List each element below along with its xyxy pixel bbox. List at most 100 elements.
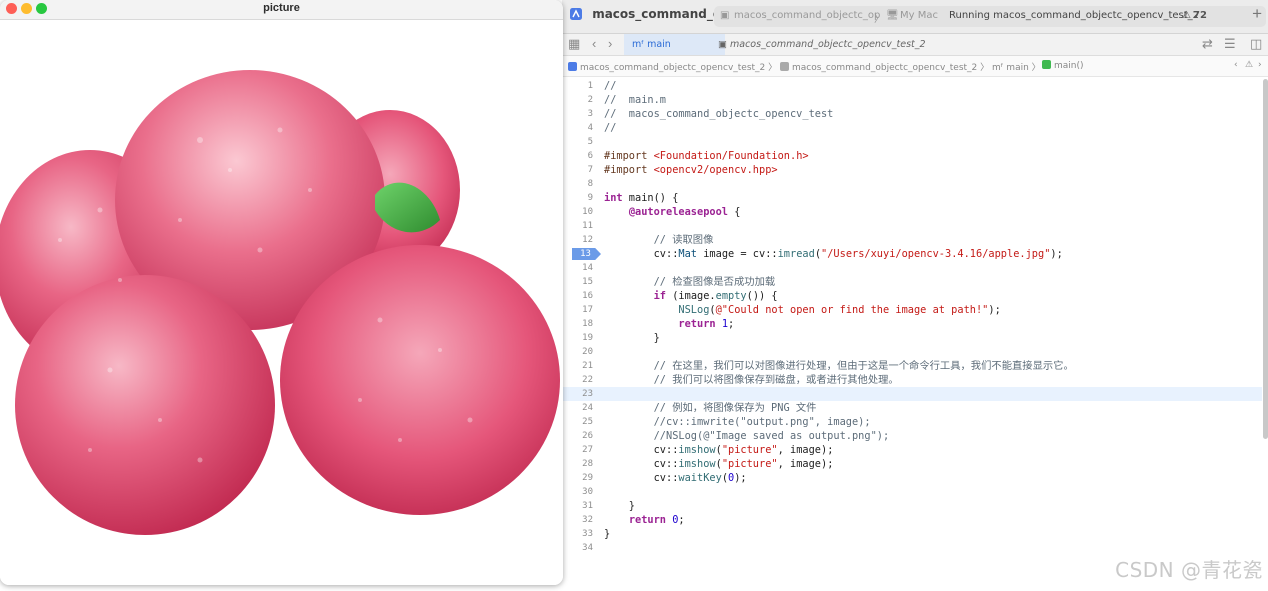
jumpbar-file[interactable]: mᶠ main 〉 <box>992 60 1041 73</box>
line-number[interactable]: 1 <box>562 79 593 93</box>
code-line[interactable]: 15 // 检查图像是否成功加载 <box>562 275 1262 289</box>
line-number[interactable]: 7 <box>562 163 593 177</box>
line-number[interactable]: 28 <box>562 457 593 471</box>
split-editor-icon[interactable]: ◫ <box>1250 36 1262 52</box>
code-text[interactable]: if (image.empty()) { <box>604 289 778 303</box>
jumpbar-project[interactable]: macos_command_objectc_opencv_test_2 〉 <box>568 60 777 73</box>
line-number[interactable]: 12 <box>562 233 593 247</box>
code-text[interactable]: return 1; <box>604 317 734 331</box>
code-text[interactable]: // 例如，将图像保存为 PNG 文件 <box>604 401 817 415</box>
scheme-status-bar[interactable]: ▣ macos_command_objectc_op 〉 🖥︎ My Mac R… <box>714 6 1266 27</box>
code-line[interactable]: 31 } <box>562 499 1262 513</box>
project-name[interactable]: macos_command_o... <box>570 7 735 21</box>
code-text[interactable]: #import <opencv2/opencv.hpp> <box>604 163 778 177</box>
code-text[interactable]: // <box>604 79 616 93</box>
code-line[interactable]: 26 //NSLog(@"Image saved as output.png")… <box>562 429 1262 443</box>
code-line[interactable]: 11 <box>562 219 1262 233</box>
code-text[interactable]: // main.m <box>604 93 666 107</box>
line-number[interactable]: 6 <box>562 149 593 163</box>
code-text[interactable]: // macos_command_objectc_opencv_test <box>604 107 833 121</box>
issue-nav-next-icon[interactable]: › <box>1258 60 1262 70</box>
line-number[interactable]: 24 <box>562 401 593 415</box>
code-line[interactable]: 8 <box>562 177 1262 191</box>
code-line[interactable]: 17 NSLog(@"Could not open or find the im… <box>562 303 1262 317</box>
code-text[interactable]: // 我们可以将图像保存到磁盘，或者进行其他处理。 <box>604 373 899 387</box>
line-number[interactable]: 9 <box>562 191 593 205</box>
line-number[interactable]: 11 <box>562 219 593 233</box>
code-line[interactable]: 34 <box>562 541 1262 555</box>
line-number[interactable]: 5 <box>562 135 593 149</box>
code-text[interactable]: #import <Foundation/Foundation.h> <box>604 149 809 163</box>
code-line[interactable]: 13 cv::Mat image = cv::imread("/Users/xu… <box>562 247 1262 261</box>
list-icon[interactable]: ☰ <box>1224 36 1236 52</box>
tab-project[interactable]: ▣ macos_command_objectc_opencv_test_2 <box>710 34 946 55</box>
code-line[interactable]: 10 @autoreleasepool { <box>562 205 1262 219</box>
code-line[interactable]: 2 // main.m <box>562 93 1262 107</box>
line-number[interactable]: 8 <box>562 177 593 191</box>
code-text[interactable]: // 检查图像是否成功加载 <box>604 275 776 289</box>
code-line[interactable]: 7 #import <opencv2/opencv.hpp> <box>562 163 1262 177</box>
line-number[interactable]: 33 <box>562 527 593 541</box>
code-text[interactable]: NSLog(@"Could not open or find the image… <box>604 303 1000 317</box>
line-number[interactable]: 14 <box>562 261 593 275</box>
line-number[interactable]: 4 <box>562 121 593 135</box>
code-line[interactable]: 20 <box>562 345 1262 359</box>
code-text[interactable]: } <box>604 527 610 541</box>
jumpbar-folder[interactable]: macos_command_objectc_opencv_test_2 〉 <box>780 60 989 73</box>
code-line[interactable]: 28 cv::imshow("picture", image); <box>562 457 1262 471</box>
line-number[interactable]: 32 <box>562 513 593 527</box>
line-number[interactable]: 10 <box>562 205 593 219</box>
code-line[interactable]: 33} <box>562 527 1262 541</box>
code-line[interactable]: 16 if (image.empty()) { <box>562 289 1262 303</box>
code-line[interactable]: 22 // 我们可以将图像保存到磁盘，或者进行其他处理。 <box>562 373 1262 387</box>
line-number[interactable]: 16 <box>562 289 593 303</box>
back-icon[interactable]: ‹ <box>592 36 596 51</box>
code-line[interactable]: 5 <box>562 135 1262 149</box>
code-line[interactable]: 32 return 0; <box>562 513 1262 527</box>
code-line[interactable]: 27 cv::imshow("picture", image); <box>562 443 1262 457</box>
editor-scrollbar[interactable] <box>1263 79 1268 439</box>
line-number[interactable]: 30 <box>562 485 593 499</box>
line-number[interactable]: 34 <box>562 541 593 555</box>
code-line[interactable]: 23 <box>562 387 1262 401</box>
code-text[interactable]: //NSLog(@"Image saved as output.png"); <box>604 429 890 443</box>
code-line[interactable]: 19 } <box>562 331 1262 345</box>
code-text[interactable]: //cv::imwrite("output.png", image); <box>604 415 871 429</box>
forward-icon[interactable]: › <box>608 36 612 51</box>
add-tab-icon[interactable]: + <box>1252 4 1262 24</box>
line-number[interactable]: 25 <box>562 415 593 429</box>
warning-small-icon[interactable]: ⚠ <box>1245 60 1253 70</box>
line-number[interactable]: 23 <box>562 387 593 401</box>
code-line[interactable]: 1 // <box>562 79 1262 93</box>
swap-icon[interactable]: ⇄ <box>1202 36 1213 52</box>
line-number[interactable]: 29 <box>562 471 593 485</box>
code-text[interactable]: cv::waitKey(0); <box>604 471 747 485</box>
code-text[interactable]: // 在这里，我们可以对图像进行处理，但由于这是一个命令行工具，我们不能直接显示… <box>604 359 1074 373</box>
code-line[interactable]: 25 //cv::imwrite("output.png", image); <box>562 415 1262 429</box>
code-line[interactable]: 12 // 读取图像 <box>562 233 1262 247</box>
line-number[interactable]: 22 <box>562 373 593 387</box>
code-line[interactable]: 18 return 1; <box>562 317 1262 331</box>
code-line[interactable]: 6 #import <Foundation/Foundation.h> <box>562 149 1262 163</box>
code-text[interactable]: // <box>604 121 616 135</box>
line-number[interactable]: 27 <box>562 443 593 457</box>
code-line[interactable]: 24 // 例如，将图像保存为 PNG 文件 <box>562 401 1262 415</box>
issue-nav-prev-icon[interactable]: ‹ <box>1234 60 1238 70</box>
line-number[interactable]: 18 <box>562 317 593 331</box>
line-number[interactable]: 3 <box>562 107 593 121</box>
code-text[interactable]: cv::imshow("picture", image); <box>604 443 834 457</box>
code-text[interactable]: // 读取图像 <box>604 233 714 247</box>
code-line[interactable]: 29 cv::waitKey(0); <box>562 471 1262 485</box>
destination[interactable]: My Mac <box>900 10 938 21</box>
line-number[interactable]: 2 <box>562 93 593 107</box>
line-number[interactable]: 31 <box>562 499 593 513</box>
code-editor[interactable]: 1 // 2 // main.m 3 // macos_command_objectc_o… <box>562 77 1268 591</box>
code-line[interactable]: 9 int main() { <box>562 191 1262 205</box>
line-number[interactable]: 19 <box>562 331 593 345</box>
code-line[interactable]: 30 <box>562 485 1262 499</box>
warning-icon[interactable]: ⚠ <box>1182 10 1191 21</box>
code-text[interactable]: } <box>604 331 660 345</box>
code-line[interactable]: 3 // macos_command_objectc_opencv_test <box>562 107 1262 121</box>
code-text[interactable]: cv::imshow("picture", image); <box>604 457 834 471</box>
line-number[interactable]: 26 <box>562 429 593 443</box>
